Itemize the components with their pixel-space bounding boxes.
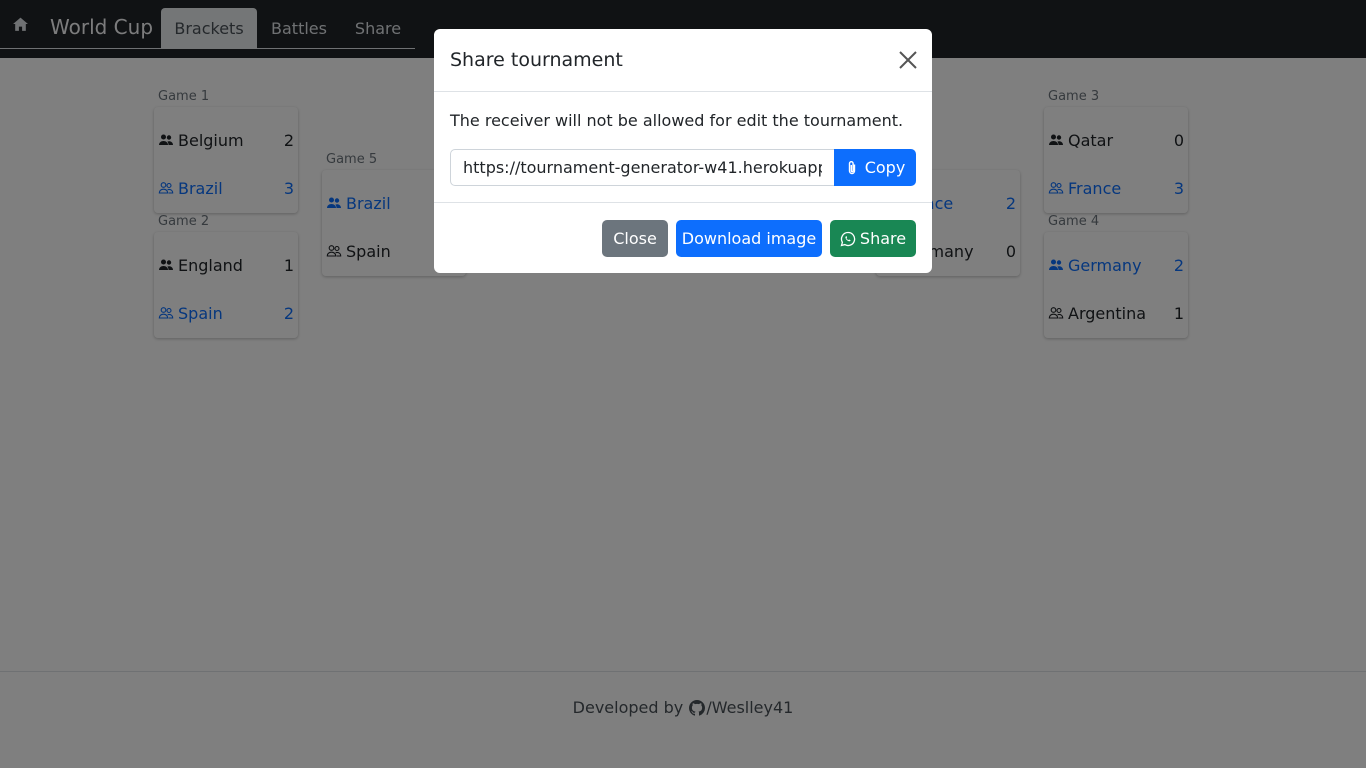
modal-header: Share tournament <box>434 29 932 92</box>
copy-button[interactable]: Copy <box>834 149 916 186</box>
download-image-button[interactable]: Download image <box>676 220 822 257</box>
close-icon[interactable] <box>898 50 918 70</box>
share-url-input[interactable] <box>450 149 835 186</box>
paperclip-icon <box>845 160 859 176</box>
copy-label: Copy <box>864 158 906 177</box>
modal-body: The receiver will not be allowed for edi… <box>434 92 932 203</box>
share-modal: Share tournament The receiver will not b… <box>434 29 932 273</box>
whatsapp-icon <box>840 231 856 247</box>
modal-message: The receiver will not be allowed for edi… <box>450 111 904 130</box>
close-button[interactable]: Close <box>602 220 668 257</box>
modal-footer: Close Download image Share <box>434 202 932 273</box>
modal-title: Share tournament <box>450 49 623 71</box>
share-label: Share <box>859 229 907 248</box>
share-button[interactable]: Share <box>830 220 916 257</box>
